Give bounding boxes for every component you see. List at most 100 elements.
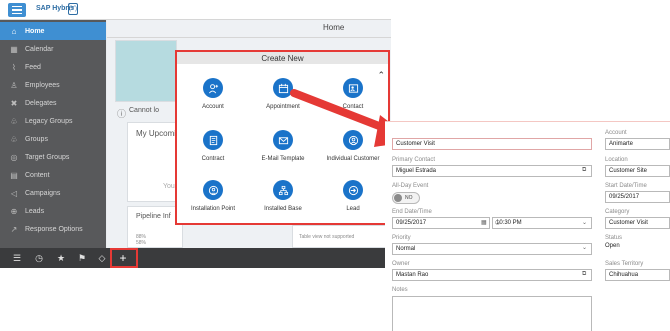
end-date-field[interactable]: 09/25/2017 — [392, 217, 490, 229]
location-label: Location — [605, 157, 628, 163]
teal-tile[interactable] — [115, 40, 177, 102]
plus-icon[interactable]: + — [115, 250, 131, 266]
sidebar: ⌂ Home ▦ Calendar ⌇ Feed ♙ Employees ✖ D… — [0, 20, 106, 248]
target-icon: ◎ — [10, 152, 18, 162]
create-item-label: Lead — [346, 206, 360, 212]
tag-icon[interactable]: ◇ — [94, 250, 110, 266]
table-not-supported-text: Table view not supported — [299, 234, 355, 240]
star-icon[interactable]: ★ — [53, 250, 69, 266]
home-icon: ⌂ — [11, 26, 17, 36]
category-select[interactable]: Customer Visit — [605, 217, 670, 229]
create-item-label: Individual Customer — [326, 156, 380, 162]
sidebar-item-campaigns[interactable]: ◁ Campaigns — [0, 184, 106, 202]
all-day-toggle[interactable]: NO — [392, 192, 420, 204]
sidebar-item-label: Content — [25, 171, 50, 179]
primary-contact-field[interactable]: Miguel Estrada — [392, 165, 592, 177]
cannot-load-tile: ⓘ Cannot lo — [115, 102, 177, 120]
create-account-button[interactable]: Account — [177, 78, 249, 120]
popup-header: Create New — [177, 52, 388, 64]
sales-territory-field[interactable]: Chihuahua — [605, 269, 670, 281]
bottom-toolbar: ☰ ◷ ★ ⚑ ◇ + — [0, 248, 391, 268]
group-icon: ♧ — [10, 134, 18, 144]
divider — [107, 37, 391, 38]
screenshot-root: SAP Hybris (Y) ⌂ Home ▦ Calendar ⌇ Feed … — [0, 0, 670, 331]
feed-icon: ⌇ — [12, 62, 16, 72]
sidebar-item-label: Employees — [25, 81, 60, 89]
create-item-label: Installation Point — [190, 206, 236, 212]
page-title: Home — [323, 23, 345, 32]
sidebar-item-label: Legacy Groups — [25, 117, 73, 125]
sidebar-item-label: Campaigns — [25, 189, 61, 197]
sidebar-item-employees[interactable]: ♙ Employees — [0, 76, 106, 94]
group-icon: ♧ — [10, 116, 18, 126]
popup-title: Create New — [261, 54, 304, 63]
megaphone-icon: ◁ — [10, 188, 18, 198]
document-icon: ▤ — [10, 170, 18, 180]
flag-icon[interactable]: ⚑ — [74, 250, 90, 266]
end-datetime-label: End Date/Time — [392, 209, 432, 215]
status-value: Open — [605, 243, 620, 249]
location-field[interactable]: Customer Site — [605, 165, 670, 177]
pipeline-title: Pipeline Inf — [136, 213, 171, 220]
create-installation-point-button[interactable]: Installation Point — [177, 180, 249, 222]
sidebar-item-label: Feed — [25, 63, 41, 71]
appointment-form: Customer Visit Primary Contact Miguel Es… — [385, 121, 670, 331]
table-tile: Table view not supported — [292, 225, 391, 248]
menu-icon[interactable] — [8, 3, 26, 17]
sidebar-item-feed[interactable]: ⌇ Feed — [0, 58, 106, 76]
sidebar-item-legacy-groups[interactable]: ♧ Legacy Groups — [0, 112, 106, 130]
primary-contact-label: Primary Contact — [392, 157, 436, 163]
leads-icon: ⊕ — [10, 206, 18, 216]
start-date-field[interactable]: 09/25/2017 — [605, 191, 670, 203]
top-bar: SAP Hybris (Y) — [0, 0, 391, 20]
start-datetime-label: Start Date/Time — [605, 183, 647, 189]
toggle-knob — [394, 194, 402, 202]
sidebar-item-label: Leads — [25, 207, 45, 215]
add-person-icon — [203, 78, 223, 98]
sales-territory-label: Sales Territory — [605, 261, 644, 267]
create-item-label: Installed Base — [264, 206, 302, 212]
location-icon — [203, 180, 223, 200]
sidebar-item-content[interactable]: ▤ Content — [0, 166, 106, 184]
sidebar-item-label: Home — [25, 27, 45, 35]
sidebar-item-leads[interactable]: ⊕ Leads — [0, 202, 106, 220]
priority-select[interactable]: Normal — [392, 243, 592, 255]
create-installed-base-button[interactable]: Installed Base — [247, 180, 319, 222]
calendar-icon: ▦ — [10, 44, 18, 54]
cannot-load-text: Cannot lo — [129, 107, 159, 114]
sidebar-item-home[interactable]: ⌂ Home — [0, 22, 106, 40]
create-contract-button[interactable]: Contract — [177, 130, 249, 172]
percent-b: 58% — [136, 240, 147, 246]
priority-label: Priority — [392, 235, 411, 241]
chevron-down-icon[interactable]: ⌄ — [582, 219, 587, 226]
account-field[interactable]: Animarte — [605, 138, 670, 150]
end-time-field[interactable]: 10:30 PM — [492, 217, 592, 229]
sidebar-item-label: Delegates — [25, 99, 57, 107]
notes-field[interactable] — [392, 296, 592, 331]
sidebar-item-groups[interactable]: ♧ Groups — [0, 130, 106, 148]
sidebar-item-delegates[interactable]: ✖ Delegates — [0, 94, 106, 112]
clock-icon[interactable]: ◷ — [31, 250, 47, 266]
link-icon[interactable]: ⧉ — [582, 271, 586, 278]
subject-field[interactable]: Customer Visit — [392, 138, 592, 150]
create-lead-button[interactable]: Lead — [317, 180, 389, 222]
contract-icon — [203, 130, 223, 150]
link-icon[interactable]: ⧉ — [582, 167, 586, 174]
list-icon[interactable]: ☰ — [9, 250, 25, 266]
category-label: Category — [605, 209, 630, 215]
sidebar-item-calendar[interactable]: ▦ Calendar — [0, 40, 106, 58]
sidebar-item-label: Calendar — [25, 45, 54, 53]
calendar-icon[interactable]: ▦ — [481, 219, 487, 226]
lead-icon — [343, 180, 363, 200]
sidebar-item-response-options[interactable]: ↗ Response Options — [0, 220, 106, 238]
chevron-down-icon[interactable]: ⌄ — [582, 244, 587, 251]
all-day-label: All-Day Event — [392, 183, 429, 189]
owner-field[interactable]: Mastan Rao — [392, 269, 592, 281]
sidebar-item-target-groups[interactable]: ◎ Target Groups — [0, 148, 106, 166]
brand-badge: (Y) — [68, 3, 78, 15]
account-label: Account — [605, 130, 627, 136]
sidebar-item-label: Target Groups — [25, 153, 70, 161]
you-text: You — [163, 183, 175, 190]
clock-icon: ◷ — [495, 220, 501, 226]
info-icon: ⓘ — [117, 109, 127, 119]
